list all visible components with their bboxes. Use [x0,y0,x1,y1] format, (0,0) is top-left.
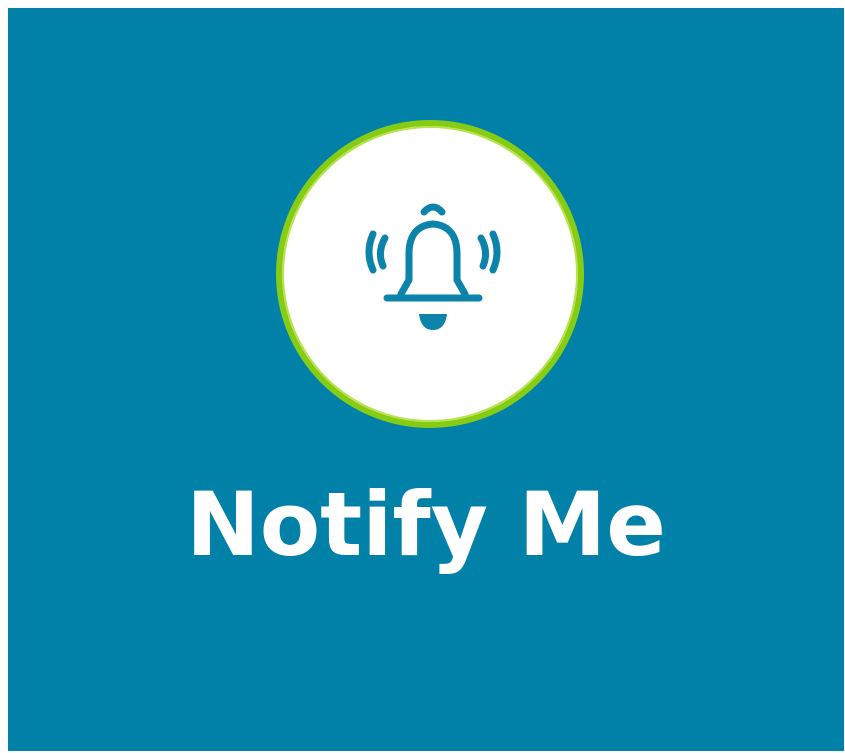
notify-me-label: Notify Me [186,473,666,576]
bell-ringing-icon [365,203,501,330]
notify-me-tile[interactable]: Notify Me [8,8,844,751]
icon-circle [276,120,584,428]
